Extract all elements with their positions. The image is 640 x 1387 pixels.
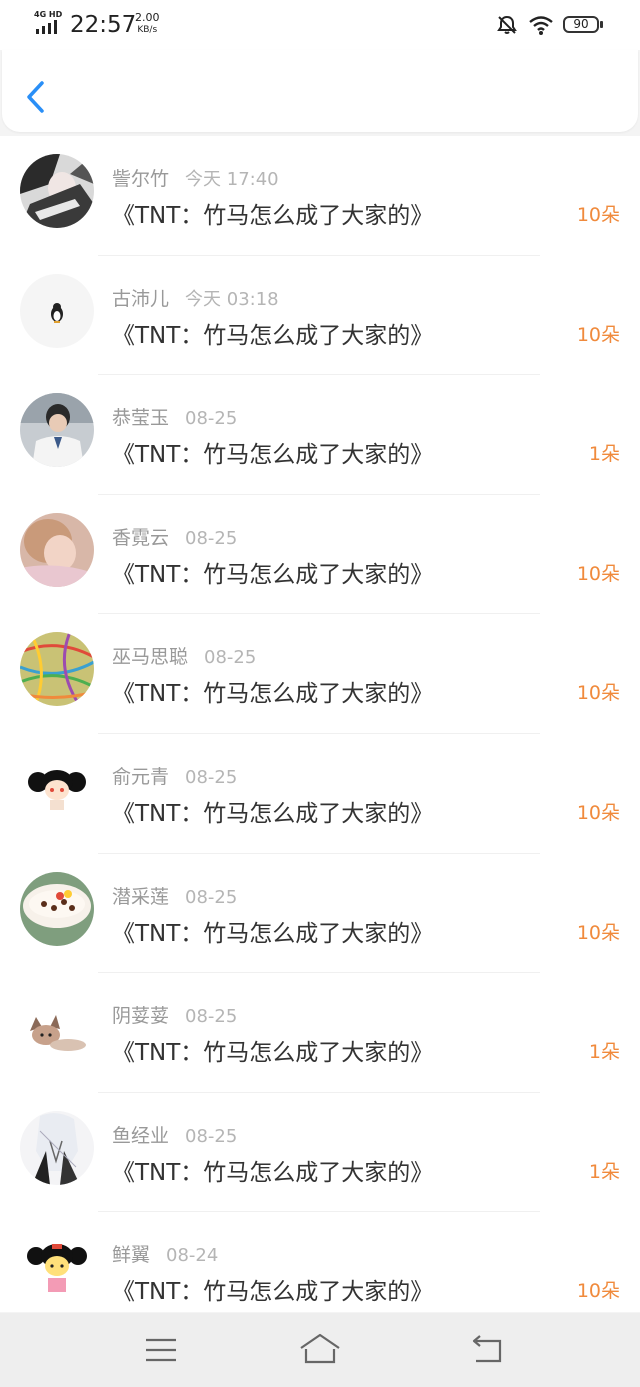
list-item[interactable]: 香霓云 08-25 《TNT：竹马怎么成了大家的》 10朵 [0,495,640,615]
avatar[interactable] [20,632,94,707]
sender-name: 潜采莲 [112,885,170,908]
send-date: 今天 03:18 [185,288,279,310]
status-time: 22:57 [70,12,137,38]
avatar-cartoon-girl [20,752,94,826]
avatar-penguin [20,273,94,348]
avatar[interactable] [20,393,94,468]
battery-tip [600,21,603,28]
avatar[interactable] [20,273,94,348]
avatar[interactable] [20,1110,94,1185]
sender-name: 恭莹玉 [112,407,170,430]
avatar[interactable] [20,154,94,228]
book-title: 《TNT：竹马怎么成了大家的》 [112,920,434,947]
avatar-white-hair-anime [20,1110,94,1185]
book-title: 《TNT：竹马怎么成了大家的》 [112,681,434,708]
avatar-cereal-bowl [20,871,94,946]
avatar[interactable] [20,752,94,826]
gift-amount: 10朵 [576,682,620,705]
list-item[interactable]: 鱼经业 08-25 《TNT：竹马怎么成了大家的》 1朵 [0,1093,640,1213]
gift-amount: 1朵 [588,1041,620,1064]
sender-name: 香霓云 [112,526,170,549]
network-label: 4G HD [34,10,63,19]
book-title: 《TNT：竹马怎么成了大家的》 [112,801,434,827]
sender-name-row: 巫马思聪 08-25 [112,642,256,669]
avatar[interactable] [20,871,94,946]
network-speed-unit: KB/s [137,25,158,35]
wifi-icon [529,16,553,35]
sender-name: 訾尔竹 [112,168,170,190]
header [2,50,638,132]
book-title: 《TNT：竹马怎么成了大家的》 [112,203,434,229]
avatar[interactable] [20,512,94,587]
send-date: 08-25 [185,767,238,788]
send-date: 08-24 [166,1245,219,1267]
send-date: 今天 17:40 [185,169,279,190]
sender-name-row: 鱼经业 08-25 [112,1121,237,1148]
gift-amount: 10朵 [576,1280,620,1303]
sender-name: 阴荽荽 [112,1005,170,1028]
book-title: 《TNT：竹马怎么成了大家的》 [112,1040,434,1067]
gift-amount: 1朵 [588,443,620,466]
book-title: 《TNT：竹马怎么成了大家的》 [112,1279,434,1306]
send-date: 08-25 [204,647,257,669]
chevron-left-icon[interactable] [24,80,48,114]
network-speed: 2.00 KB/s [135,12,160,36]
book-title: 《TNT：竹马怎么成了大家的》 [112,1159,434,1186]
avatar[interactable] [20,1230,94,1305]
sender-name: 鱼经业 [112,1124,170,1147]
list-item[interactable]: 訾尔竹 今天 17:40 《TNT：竹马怎么成了大家的》 10朵 [0,136,640,256]
back-nav-icon[interactable] [470,1329,506,1369]
sender-name: 巫马思聪 [112,646,189,669]
send-date: 08-25 [185,527,238,549]
list-item[interactable]: 俞元青 08-25 《TNT：竹马怎么成了大家的》 10朵 [0,734,640,854]
mute-bell-icon [497,15,517,34]
send-date: 08-25 [185,886,238,908]
battery-icon: 90 [563,16,599,33]
list-item[interactable]: 阴荽荽 08-25 《TNT：竹马怎么成了大家的》 1朵 [0,973,640,1093]
sender-name-row: 古沛儿 今天 03:18 [112,284,279,311]
status-bar: 4G HD 22:57 2.00 KB/s 90 [0,0,640,50]
gift-amount: 10朵 [576,204,620,226]
sender-name-row: 阴荽荽 08-25 [112,1001,237,1028]
book-title: 《TNT：竹马怎么成了大家的》 [112,442,434,469]
avatar-cartoon-doll [20,1230,94,1305]
signal-icon [36,20,64,34]
list-item[interactable]: 鲜翼 08-24 《TNT：竹马怎么成了大家的》 10朵 [0,1212,640,1312]
gift-amount: 10朵 [576,323,620,346]
book-title: 《TNT：竹马怎么成了大家的》 [112,561,434,588]
menu-icon[interactable] [144,1329,178,1369]
book-title: 《TNT：竹马怎么成了大家的》 [112,322,434,349]
sender-name-row: 香霓云 08-25 [112,523,237,550]
list-item[interactable]: 巫马思聪 08-25 《TNT：竹马怎么成了大家的》 10朵 [0,614,640,734]
list-item[interactable]: 古沛儿 今天 03:18 《TNT：竹马怎么成了大家的》 10朵 [0,256,640,376]
network-speed-value: 2.00 [135,11,160,24]
home-icon[interactable] [298,1329,342,1369]
sender-name: 俞元青 [112,766,170,788]
avatar-cat-anime [20,991,94,1066]
system-nav-bar [0,1313,640,1387]
avatar-child [20,512,94,587]
list-item[interactable]: 潜采莲 08-25 《TNT：竹马怎么成了大家的》 10朵 [0,854,640,974]
avatar-yarn-ball [20,632,94,707]
sender-name-row: 訾尔竹 今天 17:40 [112,164,279,191]
gift-amount: 1朵 [588,1160,620,1183]
sender-name: 古沛儿 [112,287,170,310]
sender-name-row: 俞元青 08-25 [112,762,237,789]
send-date: 08-25 [185,1125,238,1147]
gift-amount: 10朵 [576,921,620,944]
gift-record-list: 訾尔竹 今天 17:40 《TNT：竹马怎么成了大家的》 10朵 古沛儿 今天 03… [0,136,640,1312]
list-item[interactable]: 恭莹玉 08-25 《TNT：竹马怎么成了大家的》 1朵 [0,375,640,495]
sender-name-row: 恭莹玉 08-25 [112,403,237,430]
sender-name-row: 潜采莲 08-25 [112,882,237,909]
sender-name-row: 鲜翼 08-24 [112,1240,218,1267]
send-date: 08-25 [185,408,238,430]
sender-name: 鲜翼 [112,1244,151,1267]
gift-amount: 10朵 [576,802,620,824]
avatar-student [20,393,94,468]
gift-amount: 10朵 [576,562,620,585]
send-date: 08-25 [185,1006,238,1028]
avatar-bw-anime [20,154,94,228]
avatar[interactable] [20,991,94,1066]
